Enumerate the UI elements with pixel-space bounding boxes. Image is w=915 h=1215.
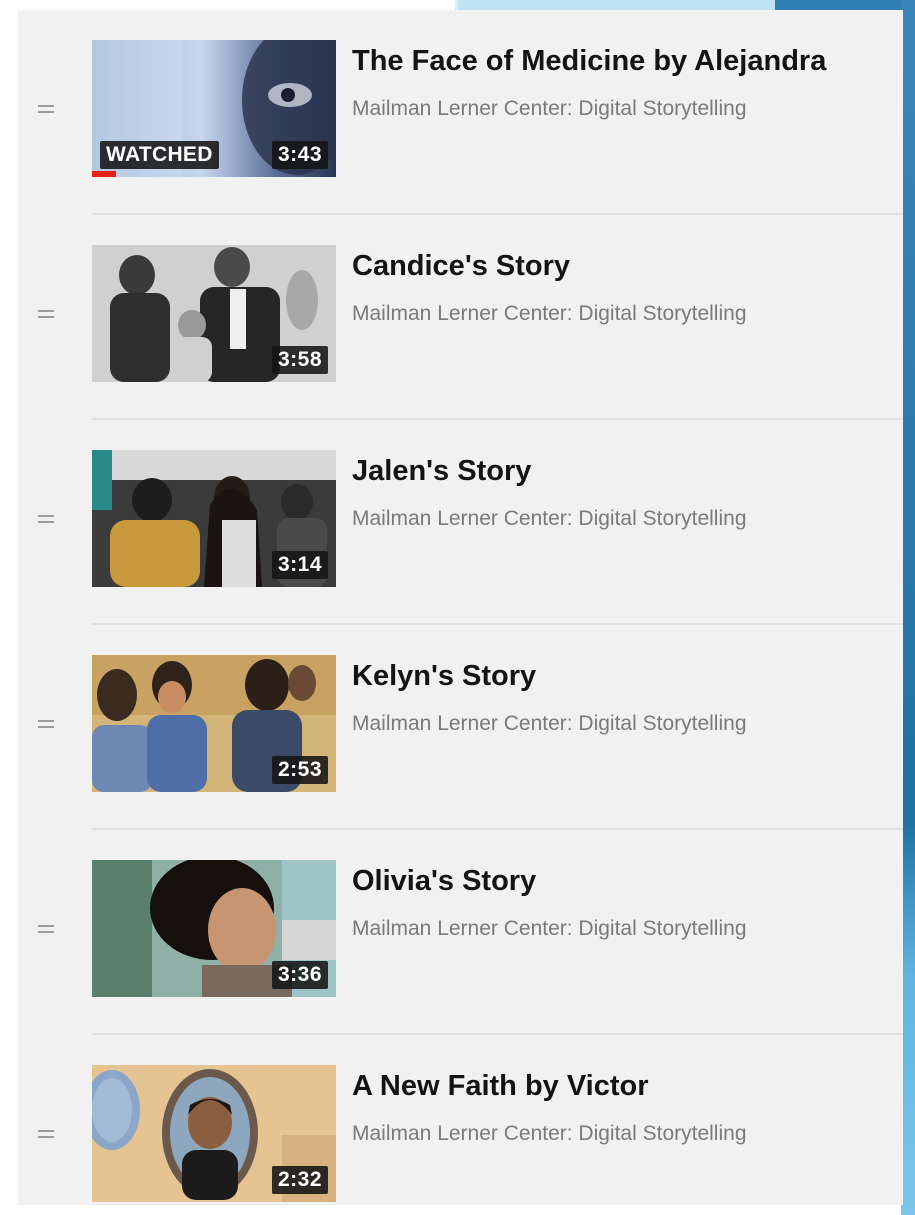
playlist-item[interactable]: 2:53 Kelyn's Story Mailman Lerner Center… xyxy=(18,625,903,830)
playlist-item[interactable]: 3:36 Olivia's Story Mailman Lerner Cente… xyxy=(18,830,903,1035)
video-duration: 3:43 xyxy=(271,141,328,169)
video-title[interactable]: Jalen's Story xyxy=(352,454,883,488)
video-meta: The Face of Medicine by Alejandra Mailma… xyxy=(352,44,883,122)
video-thumbnail[interactable]: 2:32 xyxy=(92,1065,336,1202)
video-thumbnail[interactable]: WATCHED 3:43 xyxy=(92,40,336,177)
video-title[interactable]: Candice's Story xyxy=(352,249,883,283)
drag-handle-icon[interactable] xyxy=(38,925,54,939)
drag-handle-icon[interactable] xyxy=(38,1130,54,1144)
video-thumbnail[interactable]: 3:14 xyxy=(92,450,336,587)
channel-name[interactable]: Mailman Lerner Center: Digital Storytell… xyxy=(352,96,883,122)
playlist-screenshot: WATCHED 3:43 The Face of Medicine by Ale… xyxy=(0,0,915,1215)
video-title[interactable]: A New Faith by Victor xyxy=(352,1069,883,1103)
playlist-item[interactable]: WATCHED 3:43 The Face of Medicine by Ale… xyxy=(18,10,903,215)
video-title[interactable]: The Face of Medicine by Alejandra xyxy=(352,44,883,78)
channel-name[interactable]: Mailman Lerner Center: Digital Storytell… xyxy=(352,1121,883,1147)
video-duration: 2:53 xyxy=(271,756,328,784)
video-thumbnail[interactable]: 3:36 xyxy=(92,860,336,997)
video-thumbnail[interactable]: 2:53 xyxy=(92,655,336,792)
video-title[interactable]: Kelyn's Story xyxy=(352,659,883,693)
video-meta: Kelyn's Story Mailman Lerner Center: Dig… xyxy=(352,659,883,737)
video-meta: Olivia's Story Mailman Lerner Center: Di… xyxy=(352,864,883,942)
playlist-item[interactable]: 3:14 Jalen's Story Mailman Lerner Center… xyxy=(18,420,903,625)
video-meta: A New Faith by Victor Mailman Lerner Cen… xyxy=(352,1069,883,1147)
video-duration: 3:58 xyxy=(271,346,328,374)
video-thumbnail[interactable]: 3:58 xyxy=(92,245,336,382)
playlist-panel: WATCHED 3:43 The Face of Medicine by Ale… xyxy=(18,10,903,1205)
drag-handle-icon[interactable] xyxy=(38,720,54,734)
watched-badge: WATCHED xyxy=(100,141,219,169)
playlist-item[interactable]: 2:32 A New Faith by Victor Mailman Lerne… xyxy=(18,1035,903,1215)
watched-progress-bar xyxy=(92,171,117,177)
video-meta: Candice's Story Mailman Lerner Center: D… xyxy=(352,249,883,327)
channel-name[interactable]: Mailman Lerner Center: Digital Storytell… xyxy=(352,916,883,942)
decorative-accent-right-light xyxy=(901,820,915,1215)
video-duration: 3:14 xyxy=(271,551,328,579)
playlist-list: WATCHED 3:43 The Face of Medicine by Ale… xyxy=(18,10,903,1215)
channel-name[interactable]: Mailman Lerner Center: Digital Storytell… xyxy=(352,711,883,737)
video-meta: Jalen's Story Mailman Lerner Center: Dig… xyxy=(352,454,883,532)
video-duration: 2:32 xyxy=(271,1166,328,1194)
video-title[interactable]: Olivia's Story xyxy=(352,864,883,898)
channel-name[interactable]: Mailman Lerner Center: Digital Storytell… xyxy=(352,506,883,532)
drag-handle-icon[interactable] xyxy=(38,310,54,324)
drag-handle-icon[interactable] xyxy=(38,105,54,119)
drag-handle-icon[interactable] xyxy=(38,515,54,529)
video-duration: 3:36 xyxy=(271,961,328,989)
channel-name[interactable]: Mailman Lerner Center: Digital Storytell… xyxy=(352,301,883,327)
playlist-item[interactable]: 3:58 Candice's Story Mailman Lerner Cent… xyxy=(18,215,903,420)
